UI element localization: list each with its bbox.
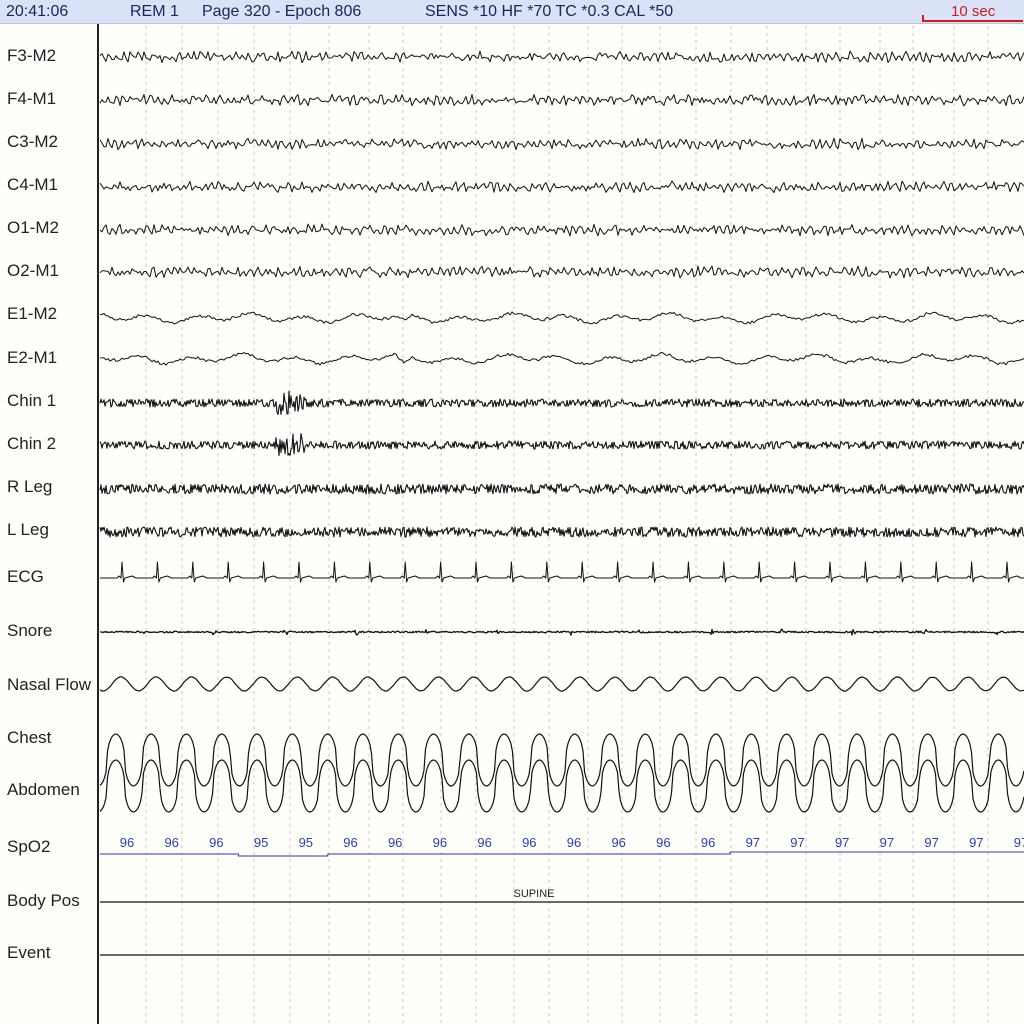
trace-chest bbox=[99, 733, 1024, 787]
trace-e1-m2 bbox=[99, 311, 1024, 325]
spo2-value: 95 bbox=[299, 835, 313, 850]
spo2-value: 96 bbox=[567, 835, 581, 850]
trace-o2-m1 bbox=[99, 265, 1024, 279]
spo2-value: 97 bbox=[880, 835, 894, 850]
trace-o1-m2 bbox=[99, 223, 1024, 237]
trace-f3-m2 bbox=[99, 50, 1024, 64]
spo2-value: 96 bbox=[433, 835, 447, 850]
spo2-value: 96 bbox=[656, 835, 670, 850]
spo2-value: 97 bbox=[1014, 835, 1024, 850]
spo2-value: 97 bbox=[746, 835, 760, 850]
trace-nasal-flow bbox=[99, 676, 1024, 692]
spo2-value: 96 bbox=[701, 835, 715, 850]
trace-chin-2 bbox=[99, 433, 1024, 457]
spo2-value: 97 bbox=[835, 835, 849, 850]
trace-f4-m1 bbox=[99, 93, 1024, 107]
spo2-value: 97 bbox=[969, 835, 983, 850]
spo2-value: 97 bbox=[790, 835, 804, 850]
spo2-value: 96 bbox=[209, 835, 223, 850]
spo2-value: 96 bbox=[477, 835, 491, 850]
spo2-value: 95 bbox=[254, 835, 268, 850]
trace-ecg bbox=[100, 561, 1024, 583]
spo2-value: 96 bbox=[343, 835, 357, 850]
spo2-value: 96 bbox=[388, 835, 402, 850]
trace-chin-1 bbox=[99, 390, 1024, 416]
signal-trace-area[interactable]: 96 96 96 95 95 96 96 96 96 96 96 96 96 96 97 97 97 97 97 97… bbox=[0, 0, 1024, 1024]
trace-r-leg bbox=[99, 483, 1024, 495]
trace-c4-m1 bbox=[99, 180, 1024, 193]
body-position-value: SUPINE bbox=[514, 888, 555, 900]
spo2-value: 97 bbox=[924, 835, 938, 850]
trace-c3-m2 bbox=[99, 137, 1024, 151]
trace-snore bbox=[99, 628, 1024, 636]
spo2-value: 96 bbox=[120, 835, 134, 850]
trace-spo2 bbox=[100, 851, 1024, 857]
trace-l-leg bbox=[99, 526, 1024, 538]
trace-e2-m1 bbox=[99, 352, 1024, 366]
spo2-value: 96 bbox=[611, 835, 625, 850]
spo2-value: 96 bbox=[164, 835, 178, 850]
spo2-value: 96 bbox=[522, 835, 536, 850]
